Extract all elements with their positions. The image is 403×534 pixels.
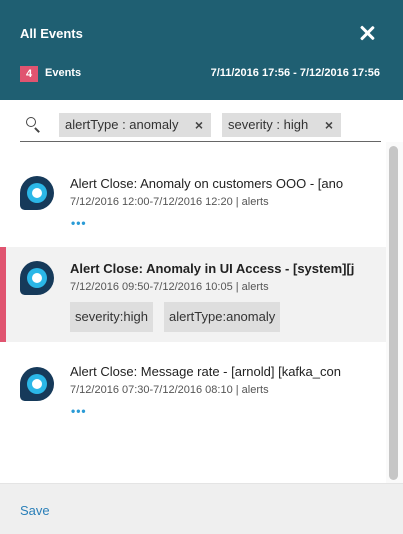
event-meta: 7/12/2016 12:00-7/12/2016 12:20 | alerts xyxy=(70,196,269,208)
selected-indicator xyxy=(0,247,6,342)
event-title: Alert Close: Anomaly in UI Access - [sys… xyxy=(70,261,355,276)
event-count-label: Events xyxy=(45,67,82,79)
panel-footer: Save xyxy=(0,483,403,534)
event-list: Alert Close: Anomaly on customers OOO - … xyxy=(0,150,386,483)
event-tag[interactable]: severity:high xyxy=(70,302,153,332)
save-button[interactable]: Save xyxy=(20,503,50,518)
event-list-item-selected[interactable]: Alert Close: Anomaly in UI Access - [sys… xyxy=(0,247,386,342)
remove-filter-icon[interactable]: × xyxy=(325,113,333,137)
filter-search-bar[interactable]: alertType : anomaly × severity : high × xyxy=(20,111,381,142)
remove-filter-icon[interactable]: × xyxy=(195,113,203,137)
search-icon xyxy=(26,117,40,133)
filter-chip-label: alertType : anomaly xyxy=(65,117,179,132)
filter-chip-alerttype: alertType : anomaly × xyxy=(59,113,211,137)
event-title: Alert Close: Anomaly on customers OOO - … xyxy=(70,176,344,191)
event-title: Alert Close: Message rate - [arnold] [ka… xyxy=(70,364,341,379)
filter-chip-severity: severity : high × xyxy=(222,113,341,137)
event-list-item[interactable]: Alert Close: Message rate - [arnold] [ka… xyxy=(0,342,386,432)
app-logo-icon xyxy=(20,367,54,401)
panel-title: All Events xyxy=(20,26,83,41)
event-meta: 7/12/2016 09:50-7/12/2016 10:05 | alerts xyxy=(70,281,269,293)
close-icon[interactable] xyxy=(357,23,377,43)
more-icon[interactable]: ••• xyxy=(71,217,87,229)
event-tag[interactable]: alertType:anomaly xyxy=(164,302,281,332)
more-icon[interactable]: ••• xyxy=(71,405,87,417)
scrollbar-thumb[interactable] xyxy=(389,146,398,480)
event-list-item[interactable]: Alert Close: Anomaly on customers OOO - … xyxy=(0,150,386,247)
event-count-badge: 4 xyxy=(20,66,38,82)
filter-chip-label: severity : high xyxy=(228,117,309,132)
app-logo-icon xyxy=(20,261,54,295)
time-range: 7/11/2016 17:56 - 7/12/2016 17:56 xyxy=(210,67,380,79)
event-meta: 7/12/2016 07:30-7/12/2016 08:10 | alerts xyxy=(70,384,269,396)
app-logo-icon xyxy=(20,176,54,210)
events-panel-header: All Events 4 Events 7/11/2016 17:56 - 7/… xyxy=(0,0,403,100)
